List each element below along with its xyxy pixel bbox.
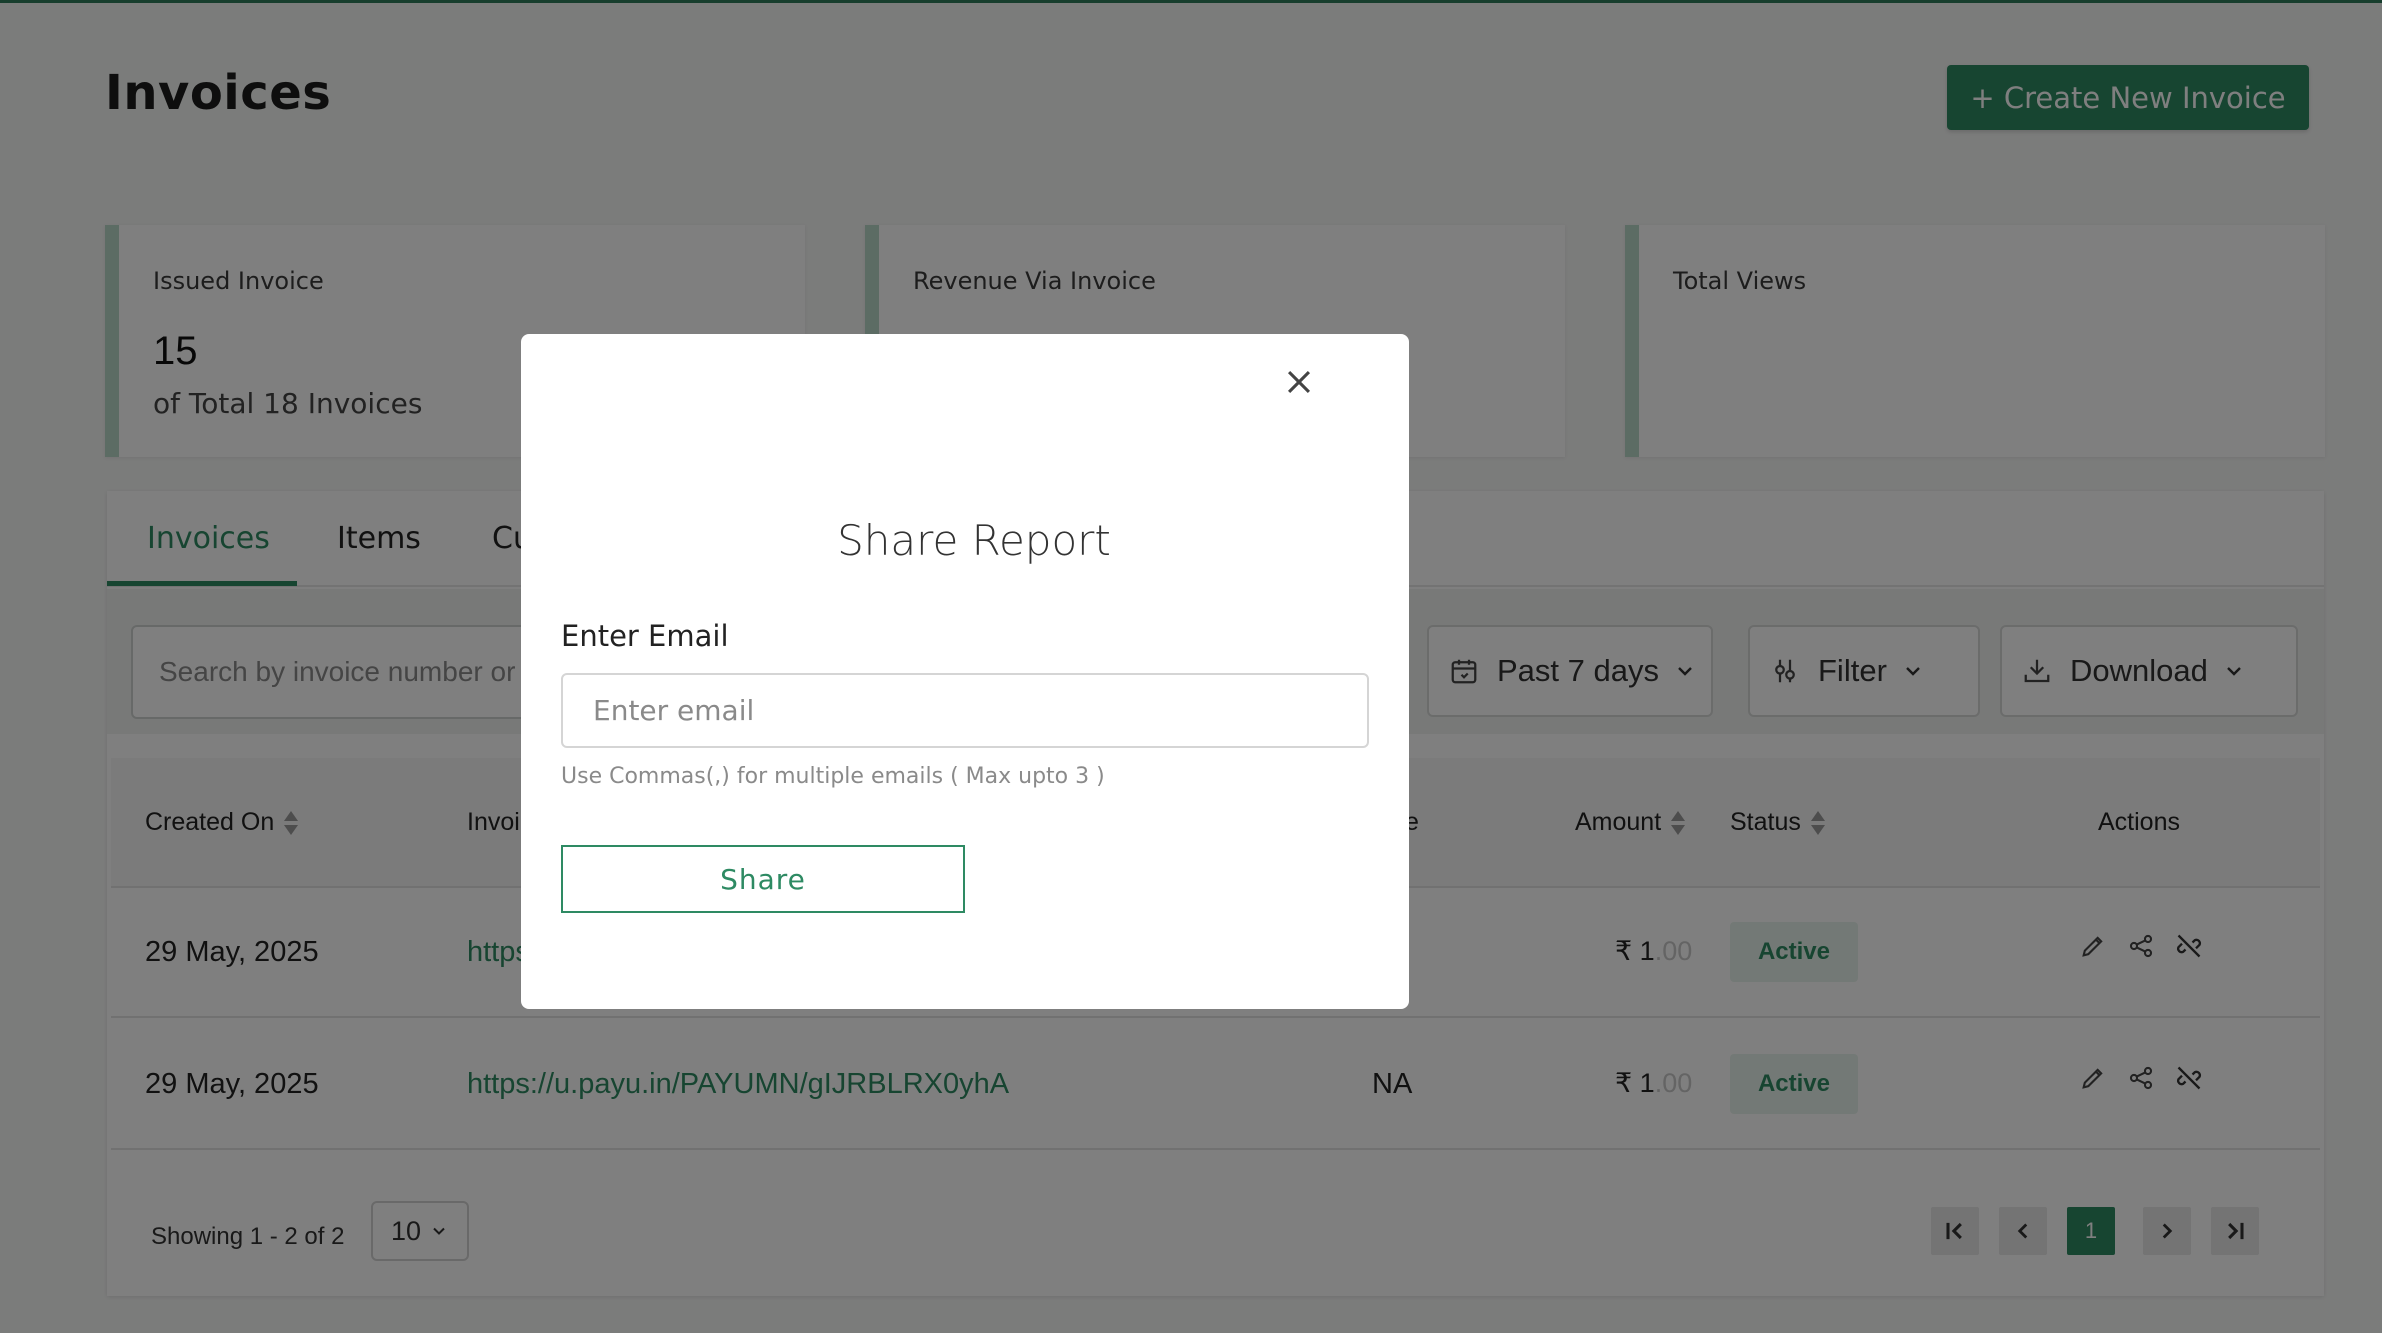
email-field[interactable] (561, 673, 1369, 748)
email-label: Enter Email (561, 619, 729, 653)
close-button[interactable] (1277, 360, 1321, 404)
share-report-modal: Share Report Enter Email Use Commas(,) f… (521, 334, 1409, 1009)
share-button[interactable]: Share (561, 845, 965, 913)
email-hint: Use Commas(,) for multiple emails ( Max … (561, 764, 1105, 789)
modal-title: Share Report (837, 516, 1111, 565)
close-icon (1287, 370, 1311, 394)
